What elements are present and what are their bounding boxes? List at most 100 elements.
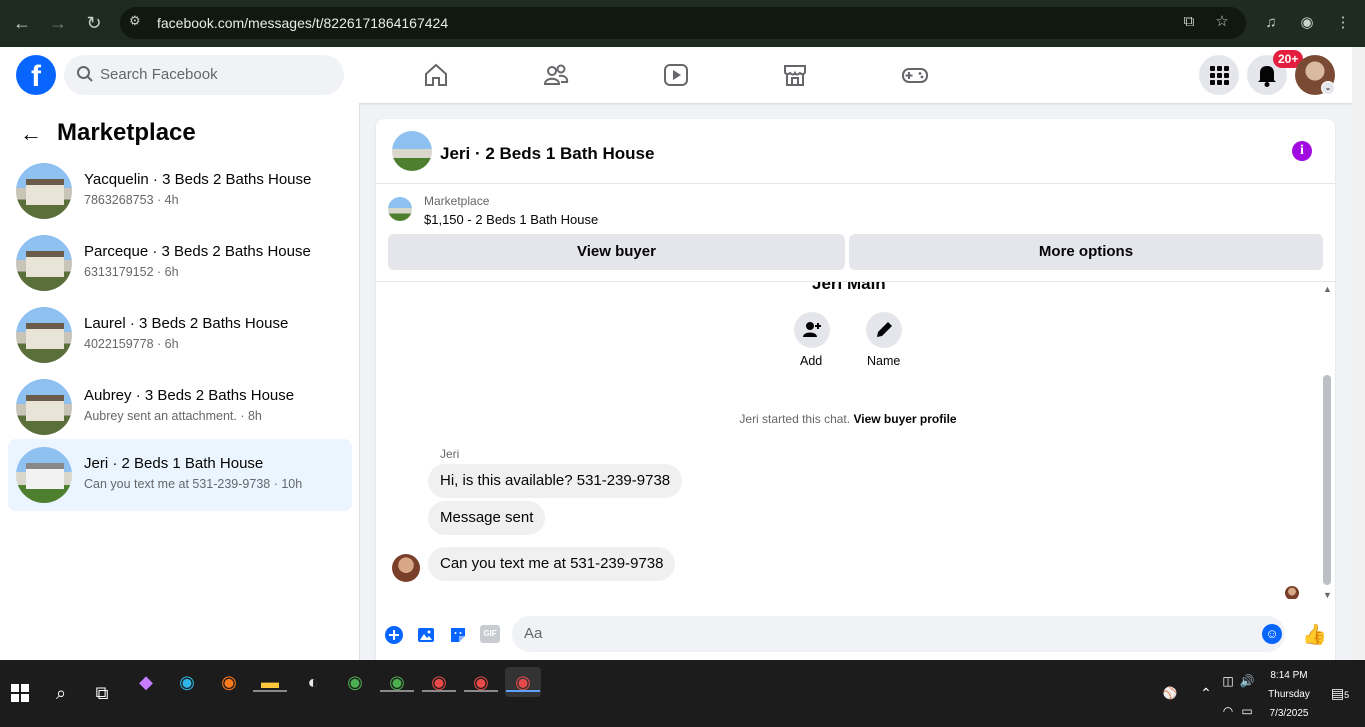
- menu-dots-icon[interactable]: ⋮: [1332, 12, 1354, 34]
- view-buyer-button[interactable]: View buyer: [388, 234, 845, 270]
- thumbs-up-icon[interactable]: 👍: [1302, 622, 1327, 647]
- chat-header: Jeri · 2 Beds 1 Bath House i: [376, 119, 1335, 184]
- conversation-name: Laurel · 3 Beds 2 Baths House: [84, 315, 289, 332]
- address-bar[interactable]: ⚙ facebook.com/messages/t/82261718641674…: [120, 7, 1246, 39]
- conversation-item[interactable]: Parceque · 3 Beds 2 Baths House 63131791…: [8, 227, 352, 299]
- paint-icon[interactable]: ◐: [295, 667, 331, 697]
- conversation-item-active[interactable]: Jeri · 2 Beds 1 Bath House Can you text …: [8, 439, 352, 511]
- info-icon[interactable]: i: [1292, 141, 1312, 161]
- chat-listing-thumbnail[interactable]: [392, 131, 432, 171]
- conversation-item[interactable]: Laurel · 3 Beds 2 Baths House 4022159778…: [8, 299, 352, 371]
- clock[interactable]: 8:14 PM Thursday 7/3/2025: [1254, 666, 1324, 723]
- scroll-thumb[interactable]: [1323, 375, 1331, 585]
- more-options-button[interactable]: More options: [849, 234, 1323, 270]
- conversation-preview: 7863268753 · 4h: [84, 193, 179, 207]
- facebook-header: f Search Facebook 20+ ⌄: [0, 47, 1352, 103]
- chrome-profile-icon[interactable]: ◉: [463, 667, 499, 697]
- listing-thumbnail: [16, 379, 72, 435]
- file-explorer-icon[interactable]: ▬: [252, 667, 288, 697]
- pencil-icon: [877, 322, 892, 337]
- browser-toolbar: ← → ↻ ⚙ facebook.com/messages/t/82261718…: [0, 0, 1365, 47]
- task-view-icon[interactable]: ⧉: [84, 678, 120, 708]
- back-icon[interactable]: ←: [10, 11, 34, 35]
- chrome-profile-icon[interactable]: ◉: [379, 667, 415, 697]
- running-indicator: [380, 690, 414, 692]
- conversation-item[interactable]: Yacquelin · 3 Beds 2 Baths House 7863268…: [8, 155, 352, 227]
- grid-icon: [1210, 66, 1229, 85]
- bookmark-star-icon[interactable]: ☆: [1211, 11, 1233, 33]
- windows-start-icon[interactable]: [2, 678, 38, 708]
- message-bubble[interactable]: Hi, is this available? 531-239-9738: [428, 464, 683, 498]
- conversation-item[interactable]: Aubrey · 3 Beds 2 Baths House Aubrey sen…: [8, 371, 352, 443]
- add-label: Add: [800, 354, 823, 368]
- chrome-profile-icon-active[interactable]: ◉: [505, 667, 541, 697]
- conversation-name: Aubrey · 3 Beds 2 Baths House: [84, 387, 295, 404]
- plus-icon[interactable]: [384, 625, 404, 645]
- chevron-down-icon[interactable]: ⌄: [1321, 81, 1335, 95]
- edit-name-button[interactable]: [866, 312, 902, 348]
- mlb-icon[interactable]: ⚾: [1152, 678, 1188, 708]
- contact-name: Jeri Main: [812, 282, 886, 293]
- active-indicator: [506, 690, 540, 692]
- add-contact-button[interactable]: [794, 312, 830, 348]
- started-text: Jeri started this chat.: [739, 412, 851, 426]
- facebook-logo[interactable]: f: [16, 55, 56, 95]
- reload-icon[interactable]: ↻: [82, 11, 106, 35]
- marketplace-icon[interactable]: [781, 61, 809, 89]
- running-indicator: [253, 690, 287, 692]
- conversation-preview: Aubrey sent an attachment. · 8h: [84, 409, 262, 423]
- sidebar-title: Marketplace: [57, 119, 196, 146]
- scroll-up-icon[interactable]: ▲: [1323, 284, 1332, 294]
- message-bubble[interactable]: Message sent: [428, 501, 546, 535]
- copilot-icon[interactable]: ◆: [128, 667, 164, 697]
- sticker-icon[interactable]: [448, 625, 468, 645]
- gif-icon[interactable]: GIF: [480, 625, 500, 643]
- install-app-icon[interactable]: ⧉: [1178, 11, 1200, 33]
- search-placeholder: Search Facebook: [100, 66, 218, 83]
- notification-center-icon[interactable]: ▤5: [1322, 678, 1358, 708]
- scroll-down-icon[interactable]: ▼: [1323, 590, 1332, 600]
- listing-thumbnail: [16, 163, 72, 219]
- running-indicator: [422, 690, 456, 692]
- conversation-name: Parceque · 3 Beds 2 Baths House: [84, 243, 311, 260]
- conversation-preview: Can you text me at 531-239-9738 · 10h: [84, 477, 303, 491]
- photo-icon[interactable]: [416, 625, 436, 645]
- marketplace-listing-thumbnail: [388, 197, 412, 221]
- edge-icon[interactable]: ◉: [169, 667, 205, 697]
- message-placeholder: Aa: [524, 625, 543, 642]
- view-buyer-profile-link[interactable]: View buyer profile: [853, 412, 956, 426]
- marketplace-label: Marketplace: [424, 194, 490, 208]
- chat-scrollbar[interactable]: ▲ ▼: [1320, 282, 1335, 602]
- chrome-icon[interactable]: ◉: [337, 667, 373, 697]
- message-bubble[interactable]: Can you text me at 531-239-9738: [428, 547, 676, 581]
- chat-started-notice: Jeri started this chat. View buyer profi…: [376, 412, 1320, 426]
- chat-panel: Jeri · 2 Beds 1 Bath House i Marketplace…: [376, 119, 1335, 660]
- profile-icon[interactable]: ◉: [1296, 12, 1318, 34]
- notification-count: 5: [1344, 690, 1350, 700]
- firefox-icon[interactable]: ◉: [211, 667, 247, 697]
- friends-icon[interactable]: [542, 61, 570, 89]
- chrome-profile-icon[interactable]: ◉: [421, 667, 457, 697]
- message-input[interactable]: Aa ☺: [512, 616, 1285, 652]
- listing-thumbnail: [16, 307, 72, 363]
- home-icon[interactable]: [422, 61, 450, 89]
- menu-grid-button[interactable]: [1199, 55, 1239, 95]
- sender-avatar[interactable]: [392, 554, 420, 582]
- listing-title[interactable]: $1,150 - 2 Beds 1 Bath House: [424, 212, 598, 227]
- gaming-icon[interactable]: [901, 61, 929, 89]
- search-icon[interactable]: ⌕: [43, 678, 79, 708]
- site-settings-icon[interactable]: ⚙: [129, 13, 147, 31]
- listing-thumbnail: [16, 235, 72, 291]
- chat-title[interactable]: Jeri · 2 Beds 1 Bath House: [440, 144, 654, 164]
- emoji-icon[interactable]: ☺: [1262, 624, 1282, 644]
- page-scrollbar[interactable]: [1352, 47, 1365, 660]
- conversation-preview: 6313179152 · 6h: [84, 265, 179, 279]
- search-icon: [77, 66, 93, 82]
- media-control-icon[interactable]: ♫: [1260, 12, 1282, 34]
- forward-icon[interactable]: →: [46, 11, 70, 35]
- search-input[interactable]: Search Facebook: [64, 55, 344, 95]
- running-indicator: [464, 690, 498, 692]
- back-arrow-icon[interactable]: ←: [20, 121, 42, 147]
- conversation-name: Jeri · 2 Beds 1 Bath House: [84, 455, 264, 472]
- video-icon[interactable]: [662, 61, 690, 89]
